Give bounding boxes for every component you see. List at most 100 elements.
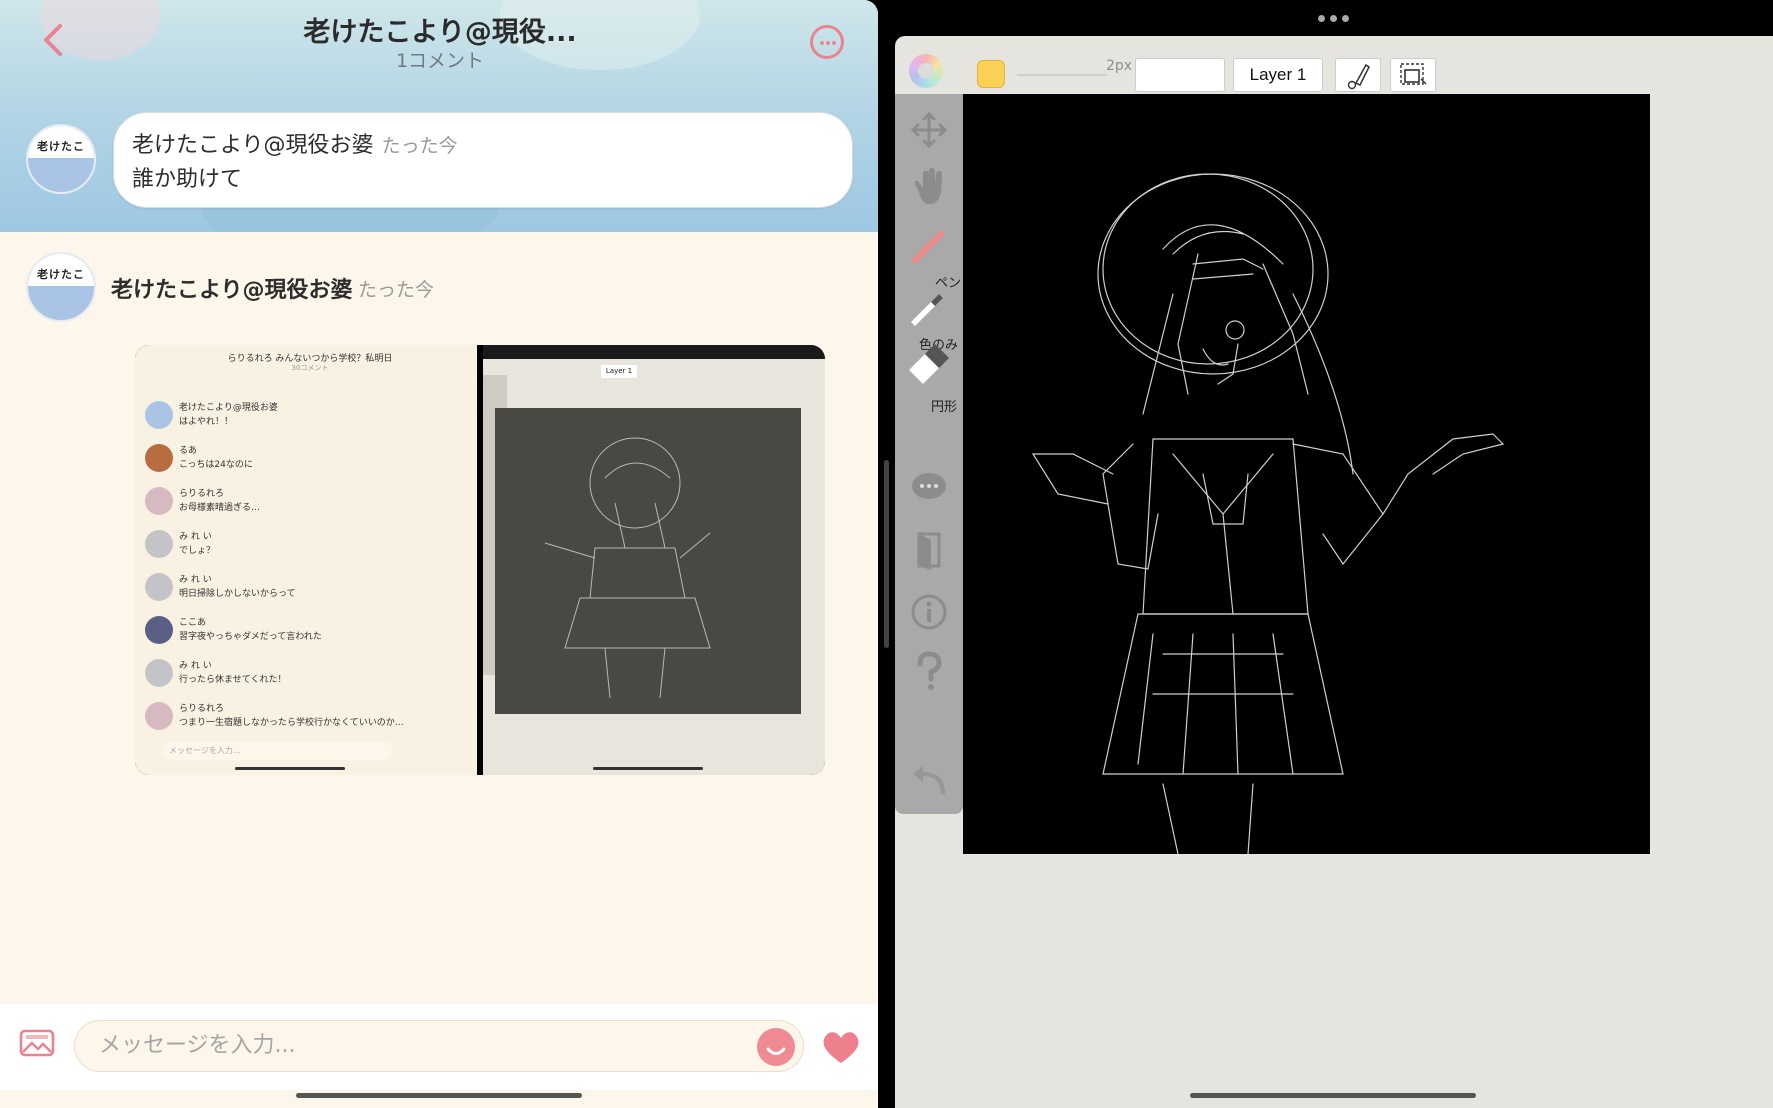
chat-tool[interactable]	[905, 464, 953, 512]
home-indicator[interactable]	[1190, 1093, 1476, 1098]
back-button[interactable]	[36, 22, 72, 64]
screenshot-sketch	[544, 437, 711, 699]
avatar	[145, 659, 173, 687]
list-item-text: 行ったら休ませてくれた！	[179, 675, 287, 685]
more-icon-dot	[1330, 15, 1337, 22]
brush-settings-button[interactable]	[1335, 58, 1381, 92]
move-tool[interactable]	[905, 106, 953, 154]
list-item-name: み れ い	[179, 575, 212, 585]
brush-size-input[interactable]	[1135, 58, 1225, 92]
message-time: たった今	[358, 279, 435, 301]
color-only-tool[interactable]	[905, 282, 953, 330]
avatar	[145, 530, 173, 558]
exit-icon	[917, 532, 941, 570]
screenshot-subtitle: 30コメント	[291, 364, 329, 372]
undo-button[interactable]	[905, 756, 953, 804]
list-item: るあこっちは24なのに	[145, 442, 465, 482]
brush-settings-icon	[1347, 63, 1370, 90]
more-button[interactable]	[810, 25, 844, 59]
color-wheel-button[interactable]	[909, 54, 943, 88]
eraser-icon	[909, 344, 949, 384]
pinned-author: 老けたこより@現役お婆 たった今	[132, 127, 458, 159]
screenshot-drawing-pane: Layer 1	[483, 345, 825, 775]
avatar-text: 老けたこ	[37, 140, 85, 153]
message-avatar[interactable]: 老けたこ	[26, 252, 96, 322]
list-item: ここあ 習字夜やっちゃダメだって言われた	[145, 614, 465, 654]
hand-icon	[914, 168, 942, 204]
current-color-swatch[interactable]	[977, 60, 1005, 88]
tool-palette: ペン 色のみ 円形	[895, 94, 963, 814]
more-icon-dot	[832, 41, 836, 45]
list-item-name: ここあ	[179, 618, 207, 628]
list-item-name: み れ い	[179, 661, 212, 671]
emoji-button[interactable]	[757, 1028, 795, 1066]
drawing-toolbar: 2px Layer 1	[895, 36, 1773, 94]
screenshot-input: メッセージを入力...	[163, 742, 393, 760]
chat-bubble-icon	[912, 473, 946, 499]
pinned-time: たった今	[381, 135, 458, 157]
drawing-canvas[interactable]	[963, 94, 1650, 855]
screenshot-attachment[interactable]: らりるれろ みんないつから学校？私明日 30コメント 老けたこより@現役お婆 はよ…	[135, 345, 825, 775]
undo-icon	[913, 766, 945, 795]
layer-button[interactable]: Layer 1	[1233, 58, 1323, 92]
transform-button[interactable]	[1390, 58, 1436, 92]
back-icon	[44, 24, 62, 56]
pinned-text: 誰か助けて	[132, 167, 243, 192]
screenshot-layer-label: Layer 1	[601, 365, 637, 378]
avatar	[145, 616, 173, 644]
list-item: 老けたこより@現役お婆 はよやれ！！	[145, 399, 465, 439]
list-item: み れ い明日掃除しかしないからって	[145, 571, 465, 611]
info-icon	[911, 594, 947, 630]
avatar	[145, 401, 173, 429]
help-icon	[917, 651, 942, 690]
help-button[interactable]	[905, 648, 953, 696]
chat-pane: 老けたこより@現役... 1コメント 老けたこ 老けたこより@現役お婆 たった今 …	[0, 0, 878, 1108]
screenshot-chat-pane: らりるれろ みんないつから学校？私明日 30コメント 老けたこより@現役お婆 はよ…	[135, 345, 477, 775]
more-icon-dot	[826, 41, 830, 45]
hand-tool[interactable]	[905, 162, 953, 210]
sketch-drawing	[1031, 173, 1505, 855]
list-item-text: はよやれ！！	[179, 417, 234, 427]
list-item-text: でしょ？	[179, 546, 216, 556]
list-item-name: るあ	[179, 446, 198, 456]
pinned-author-name: 老けたこより@現役お婆	[132, 133, 374, 158]
screenshot-canvas	[495, 408, 801, 714]
split-view-divider[interactable]	[884, 460, 889, 648]
screenshot-home-indicator	[235, 767, 345, 770]
color-pen-icon	[911, 294, 943, 326]
info-button[interactable]	[905, 588, 953, 636]
list-item-text: 明日掃除しかしないからって	[179, 589, 296, 599]
brush-size-slider[interactable]	[1017, 74, 1107, 76]
list-item-text: お母様素晴過ぎる…	[179, 503, 261, 513]
chat-header: 老けたこより@現役... 1コメント 老けたこ 老けたこより@現役お婆 たった今 …	[0, 0, 878, 232]
list-item-name: らりるれろ	[179, 489, 225, 499]
list-item: み れ いでしょ？	[145, 528, 465, 568]
list-item-text: こっちは24なのに	[179, 460, 253, 470]
list-item: らりるれろお母様素晴過ぎる…	[145, 485, 465, 525]
drawing-pane: 2px Layer 1 ペン 色のみ 円形	[895, 36, 1773, 1108]
more-icon	[1318, 15, 1325, 22]
avatar	[145, 487, 173, 515]
message-input[interactable]: メッセージを入力...	[74, 1020, 804, 1072]
eraser-tool[interactable]	[905, 340, 953, 388]
transform-icon	[1400, 63, 1427, 85]
comment-count: 1コメント	[395, 50, 485, 72]
list-item-text: つまり一生宿題しなかったら学校行かなくていいのか…	[179, 718, 404, 728]
list-item-name: 老けたこより@現役お婆	[179, 403, 278, 413]
list-item-name: らりるれろ	[179, 704, 225, 714]
screenshot-home-indicator	[593, 767, 703, 770]
home-indicator[interactable]	[296, 1093, 582, 1098]
avatar-text: 老けたこ	[37, 268, 85, 281]
pinned-comment[interactable]: 老けたこより@現役お婆 たった今 誰か助けて	[113, 112, 853, 208]
message-composer: メッセージを入力...	[0, 1004, 878, 1090]
exit-button[interactable]	[905, 526, 953, 574]
multitasking-button[interactable]	[1318, 15, 1352, 23]
like-button[interactable]	[820, 1028, 862, 1066]
avatar	[145, 444, 173, 472]
more-icon	[820, 41, 824, 45]
pen-tool[interactable]	[905, 218, 953, 266]
move-icon	[910, 111, 948, 149]
avatar[interactable]: 老けたこ	[26, 124, 96, 194]
image-button[interactable]	[19, 1028, 55, 1058]
image-icon	[19, 1029, 55, 1057]
